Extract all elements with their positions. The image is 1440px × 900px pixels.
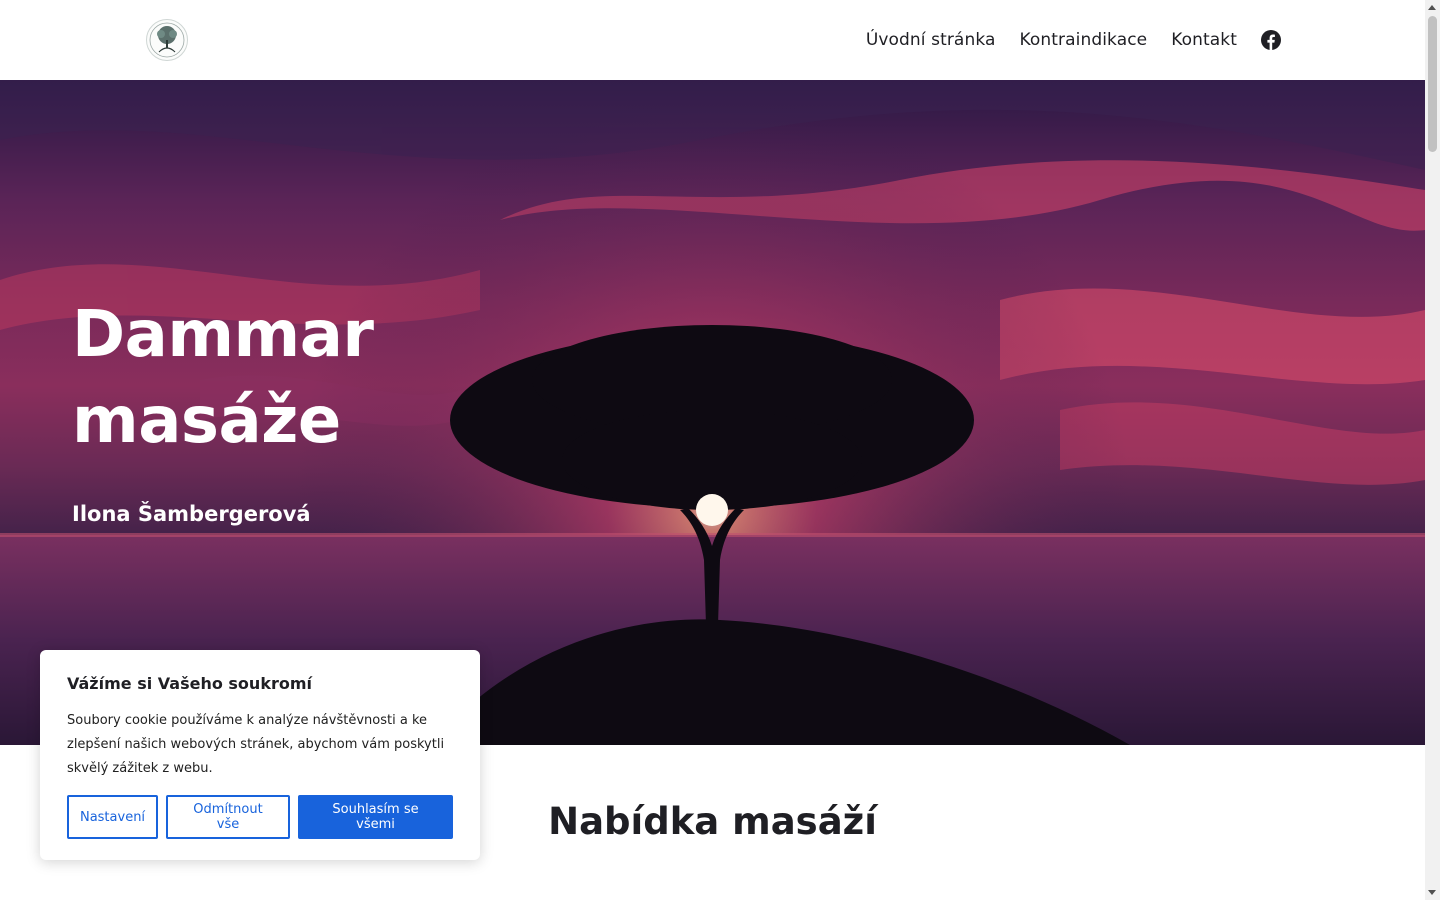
cookie-accept-all-button[interactable]: Souhlasím se všemi	[298, 795, 453, 839]
scroll-up-icon[interactable]	[1428, 5, 1436, 10]
facebook-link[interactable]	[1261, 30, 1281, 50]
hero-section: Dammar masáže Ilona Šambergerová	[0, 80, 1425, 745]
cookie-banner-text: Soubory cookie používáme k analýze návšt…	[67, 713, 445, 776]
cookie-reject-all-button[interactable]: Odmítnout vše	[166, 795, 290, 839]
cookie-banner-actions: Nastavení Odmítnout vše Souhlasím se vše…	[67, 795, 453, 839]
nav-link-contact[interactable]: Kontakt	[1171, 30, 1237, 50]
page-scrollbar[interactable]	[1425, 0, 1440, 900]
hero-subtitle: Ilona Šambergerová	[72, 502, 311, 526]
hero-title: Dammar masáže	[72, 292, 452, 464]
scroll-down-icon[interactable]	[1428, 890, 1436, 895]
nav-link-home[interactable]: Úvodní stránka	[866, 30, 996, 50]
nav-link-contraindications[interactable]: Kontraindikace	[1019, 30, 1147, 50]
site-logo[interactable]	[146, 19, 188, 61]
cookie-banner: Vážíme si Vašeho soukromí Soubory cookie…	[40, 650, 480, 860]
facebook-icon	[1261, 30, 1281, 50]
main-nav: Úvodní stránka Kontraindikace Kontakt	[842, 0, 1281, 80]
site-header: Úvodní stránka Kontraindikace Kontakt	[0, 0, 1425, 80]
hero-title-line1: Dammar	[72, 298, 374, 372]
tree-of-life-logo-icon	[149, 22, 185, 58]
scrollbar-thumb[interactable]	[1428, 16, 1437, 152]
cookie-settings-button[interactable]: Nastavení	[67, 795, 158, 839]
cookie-banner-title: Vážíme si Vašeho soukromí	[67, 674, 312, 693]
page: Úvodní stránka Kontraindikace Kontakt Da…	[0, 0, 1440, 900]
hero-title-line2: masáže	[72, 384, 341, 458]
